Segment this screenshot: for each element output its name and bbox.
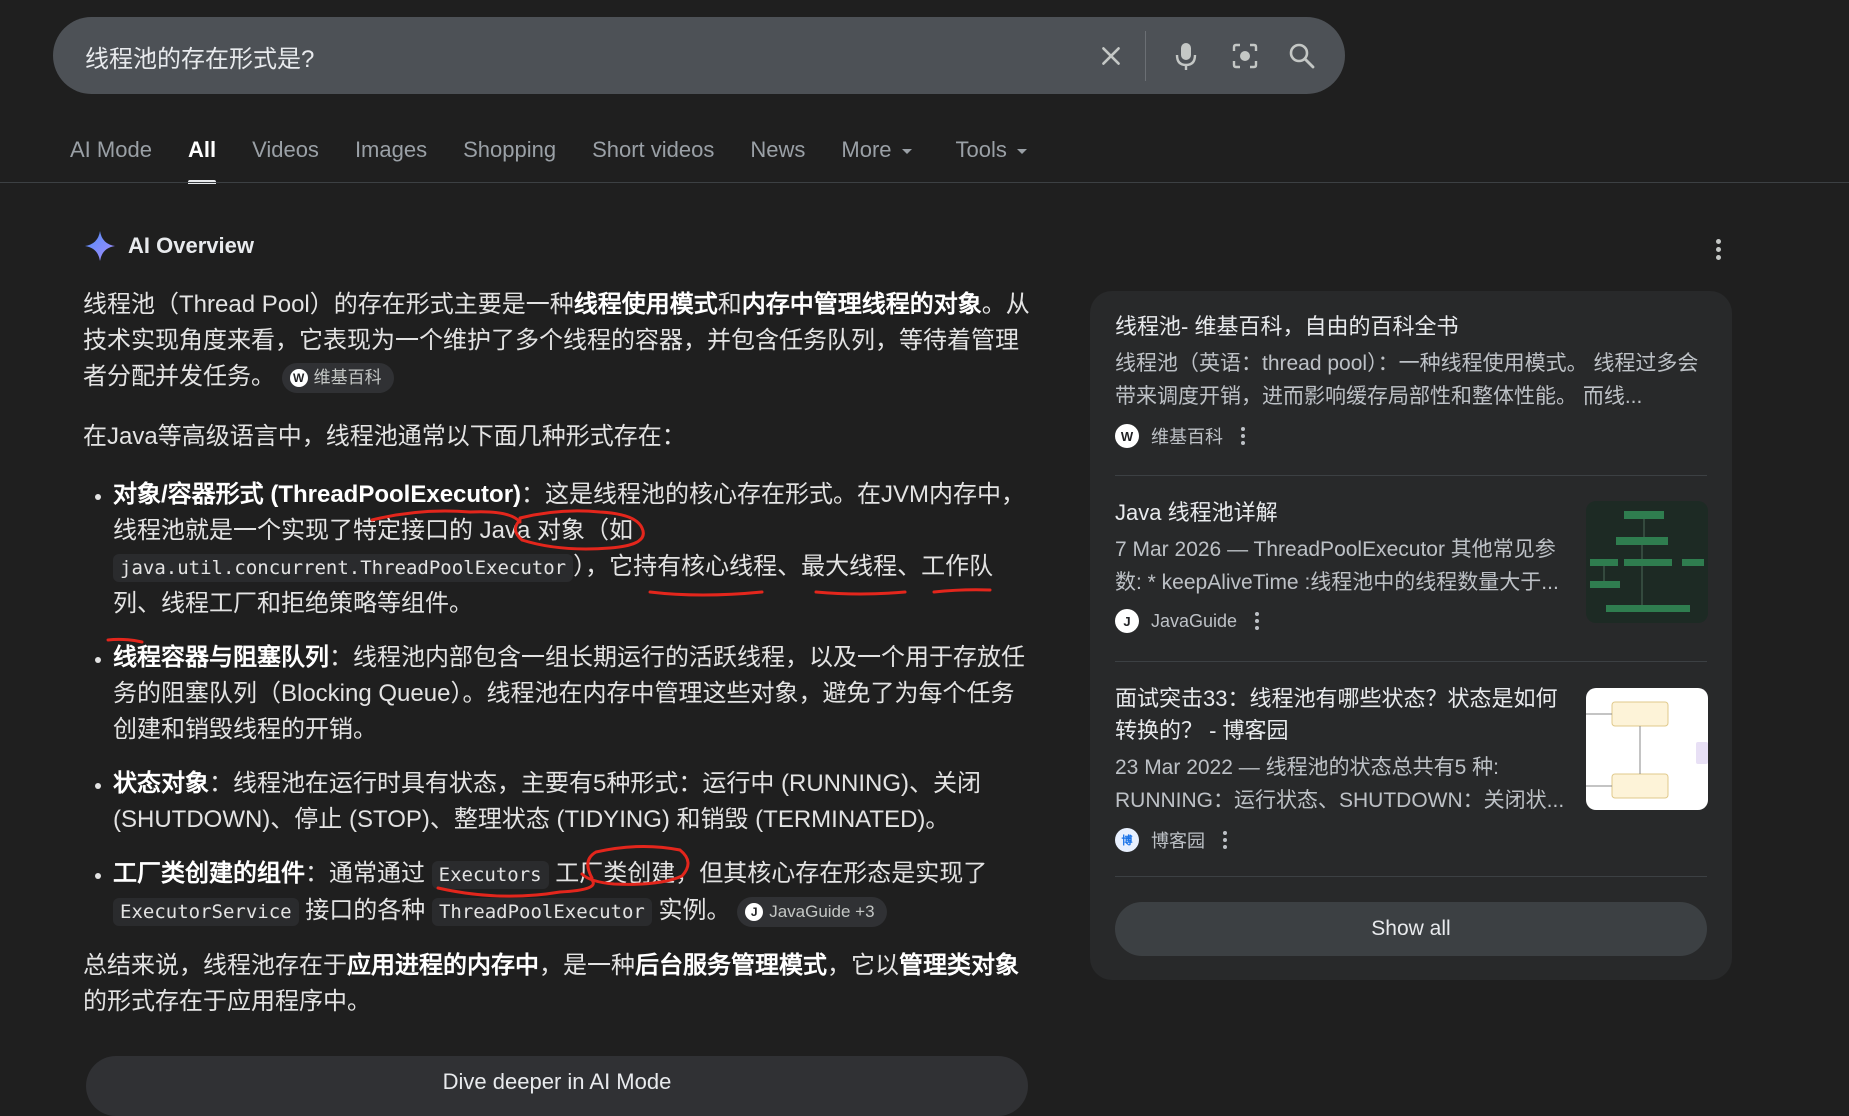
source-snippet: 7 Mar 2026 — ThreadPoolExecutor 其他常见参数: … [1115,538,1559,594]
text: 工厂类创建，但其核心存在形态是实现了 [548,860,988,887]
source-site: 博客园 [1151,831,1205,851]
text: ：线程池在运行时具有状态，主要有5种形式：运行中 (RUNNING)、关闭 (S… [113,770,981,833]
cnblogs-icon: 博 [1115,828,1139,852]
wikipedia-icon: W [1115,424,1139,448]
more-options-icon[interactable] [1255,612,1260,630]
text: 的形式存在于应用程序中。 [83,988,371,1015]
ai-overview-header: AI Overview [84,230,254,262]
bold-text: 管理类对象 [899,952,1019,979]
chip-label: JavaGuide +3 [769,901,875,921]
source-snippet: 线程池（英语：thread pool）：一种线程使用模式。 线程过多会带来调度开… [1115,352,1699,408]
tab-label: Shopping [463,137,557,162]
source-title[interactable]: 线程池- 维基百科，自由的百科全书 [1115,311,1707,343]
bold-text: 工厂类创建的组件 [113,860,305,887]
tabs-divider [0,182,1849,183]
intro-paragraph: 在Java等高级语言中，线程池通常以下面几种形式存在： [83,423,686,450]
text: 线程池（Thread Pool）的存在形式主要是一种 [83,291,574,318]
tab-label: AI Mode [70,137,152,162]
bold-text: 状态对象 [113,770,209,797]
source-title[interactable]: Java 线程池详解 [1115,497,1565,529]
bullet-list: 对象/容器形式 (ThreadPoolExecutor)：这是线程池的核心存在形… [83,477,1033,930]
clear-icon[interactable] [1091,36,1131,76]
bold-text: 后台服务管理模式 [635,952,827,979]
ai-overview-title: AI Overview [128,233,254,258]
source-chip-javaguide[interactable]: J JavaGuide +3 [737,896,887,927]
bold-text: 线程容器与阻塞队列 [113,644,329,671]
javaguide-icon: J [745,902,764,921]
tab-videos[interactable]: Videos [252,134,319,182]
tab-images[interactable]: Images [355,134,427,182]
overview-paragraph: 线程池（Thread Pool）的存在形式主要是一种线程使用模式和内存中管理线程… [83,287,1033,395]
source-title[interactable]: 面试突击33：线程池有哪些状态？状态是如何转换的？ - 博客园 [1115,683,1570,747]
search-bar[interactable]: 线程池的存在形式是? [53,17,1345,94]
state-diagram-thumbnail[interactable] [1586,688,1708,810]
divider [1115,876,1707,877]
summary-paragraph: 总结来说，线程池存在于应用进程的内存中，是一种后台服务管理模式，它以管理类对象的… [83,948,1033,1020]
caret-down-icon [1016,148,1027,154]
source-snippet: 23 Mar 2022 — 线程池的状态总共有5 种: RUNNING：运行状态… [1115,756,1565,812]
show-all-button[interactable]: Show all [1115,902,1707,956]
code-snippet: Executors [431,861,549,889]
tab-more[interactable]: More [841,134,912,182]
bold-text: 应用进程的内存中 [347,952,539,979]
wikipedia-icon: W [289,368,308,387]
search-icon[interactable] [1282,36,1322,76]
sources-panel: 线程池- 维基百科，自由的百科全书 线程池（英语：thread pool）：一种… [1090,291,1732,980]
tab-label: Short videos [592,137,715,162]
divider [1115,475,1707,476]
tab-tools[interactable]: Tools [956,134,1027,182]
ai-overview-body: 线程池（Thread Pool）的存在形式主要是一种线程使用模式和内存中管理线程… [83,287,1033,1020]
dive-deeper-button[interactable]: Dive deeper in AI Mode [86,1056,1028,1116]
sparkle-icon [85,231,115,261]
code-snippet: java.util.concurrent.ThreadPoolExecutor [113,554,574,582]
text: 总结来说，线程池存在于 [83,952,347,979]
tab-label: Videos [252,137,319,162]
more-options-icon[interactable] [1223,831,1227,849]
tab-short-videos[interactable]: Short videos [592,134,714,182]
diagram-thumbnail[interactable] [1586,501,1708,623]
list-item: 工厂类创建的组件：通常通过 Executors 工厂类创建，但其核心存在形态是实… [113,856,1033,930]
source-site: JavaGuide [1151,610,1238,631]
javaguide-icon: J [1115,609,1139,633]
list-item: 状态对象：线程池在运行时具有状态，主要有5种形式：运行中 (RUNNING)、关… [113,766,1033,838]
code-snippet: ThreadPoolExecutor [431,898,652,926]
source-footer: 博 博客园 [1115,827,1707,853]
tab-shopping[interactable]: Shopping [463,134,556,182]
camera-lens-icon[interactable] [1225,36,1265,76]
search-tabs: AI Mode All Videos Images Shopping Short… [70,134,1063,184]
tab-label: News [750,137,806,162]
code-snippet: ExecutorService [113,898,299,926]
tab-ai-mode[interactable]: AI Mode [70,134,152,182]
bold-text: 内存中管理线程的对象 [741,291,982,318]
search-divider [1145,31,1146,81]
tab-label: Images [354,137,428,162]
text: 和 [717,291,742,318]
tab-label: More [841,137,892,162]
bold-text: 对象/容器形式 (ThreadPoolExecutor) [113,481,522,508]
source-footer: W 维基百科 [1115,423,1707,449]
text: 实例。 [651,897,731,924]
source-chip-wikipedia[interactable]: W 维基百科 [281,362,394,393]
tab-news[interactable]: News [750,134,805,182]
text: 接口的各种 [298,897,432,924]
list-item: 对象/容器形式 (ThreadPoolExecutor)：这是线程池的核心存在形… [113,477,1033,622]
source-site: 维基百科 [1151,427,1223,447]
tab-all[interactable]: All [187,134,217,184]
list-item: 线程容器与阻塞队列：线程池内部包含一组长期运行的活跃线程，以及一个用于存放任务的… [113,640,1033,748]
chip-label: 维基百科 [313,367,382,387]
search-input[interactable]: 线程池的存在形式是? [85,39,314,74]
source-card-wikipedia[interactable]: 线程池- 维基百科，自由的百科全书 线程池（英语：thread pool）：一种… [1115,311,1707,449]
text: ，是一种 [539,952,635,979]
microphone-icon[interactable] [1166,36,1206,76]
bold-text: 线程使用模式 [573,291,718,318]
text: ，它以 [827,952,899,979]
more-options-icon[interactable] [1241,427,1245,445]
tab-label: All [187,137,217,162]
divider [1115,661,1707,662]
caret-down-icon [901,148,912,154]
text: ：通常通过 [305,860,432,887]
tab-label: Tools [955,137,1007,162]
more-options-icon[interactable] [1706,236,1730,266]
